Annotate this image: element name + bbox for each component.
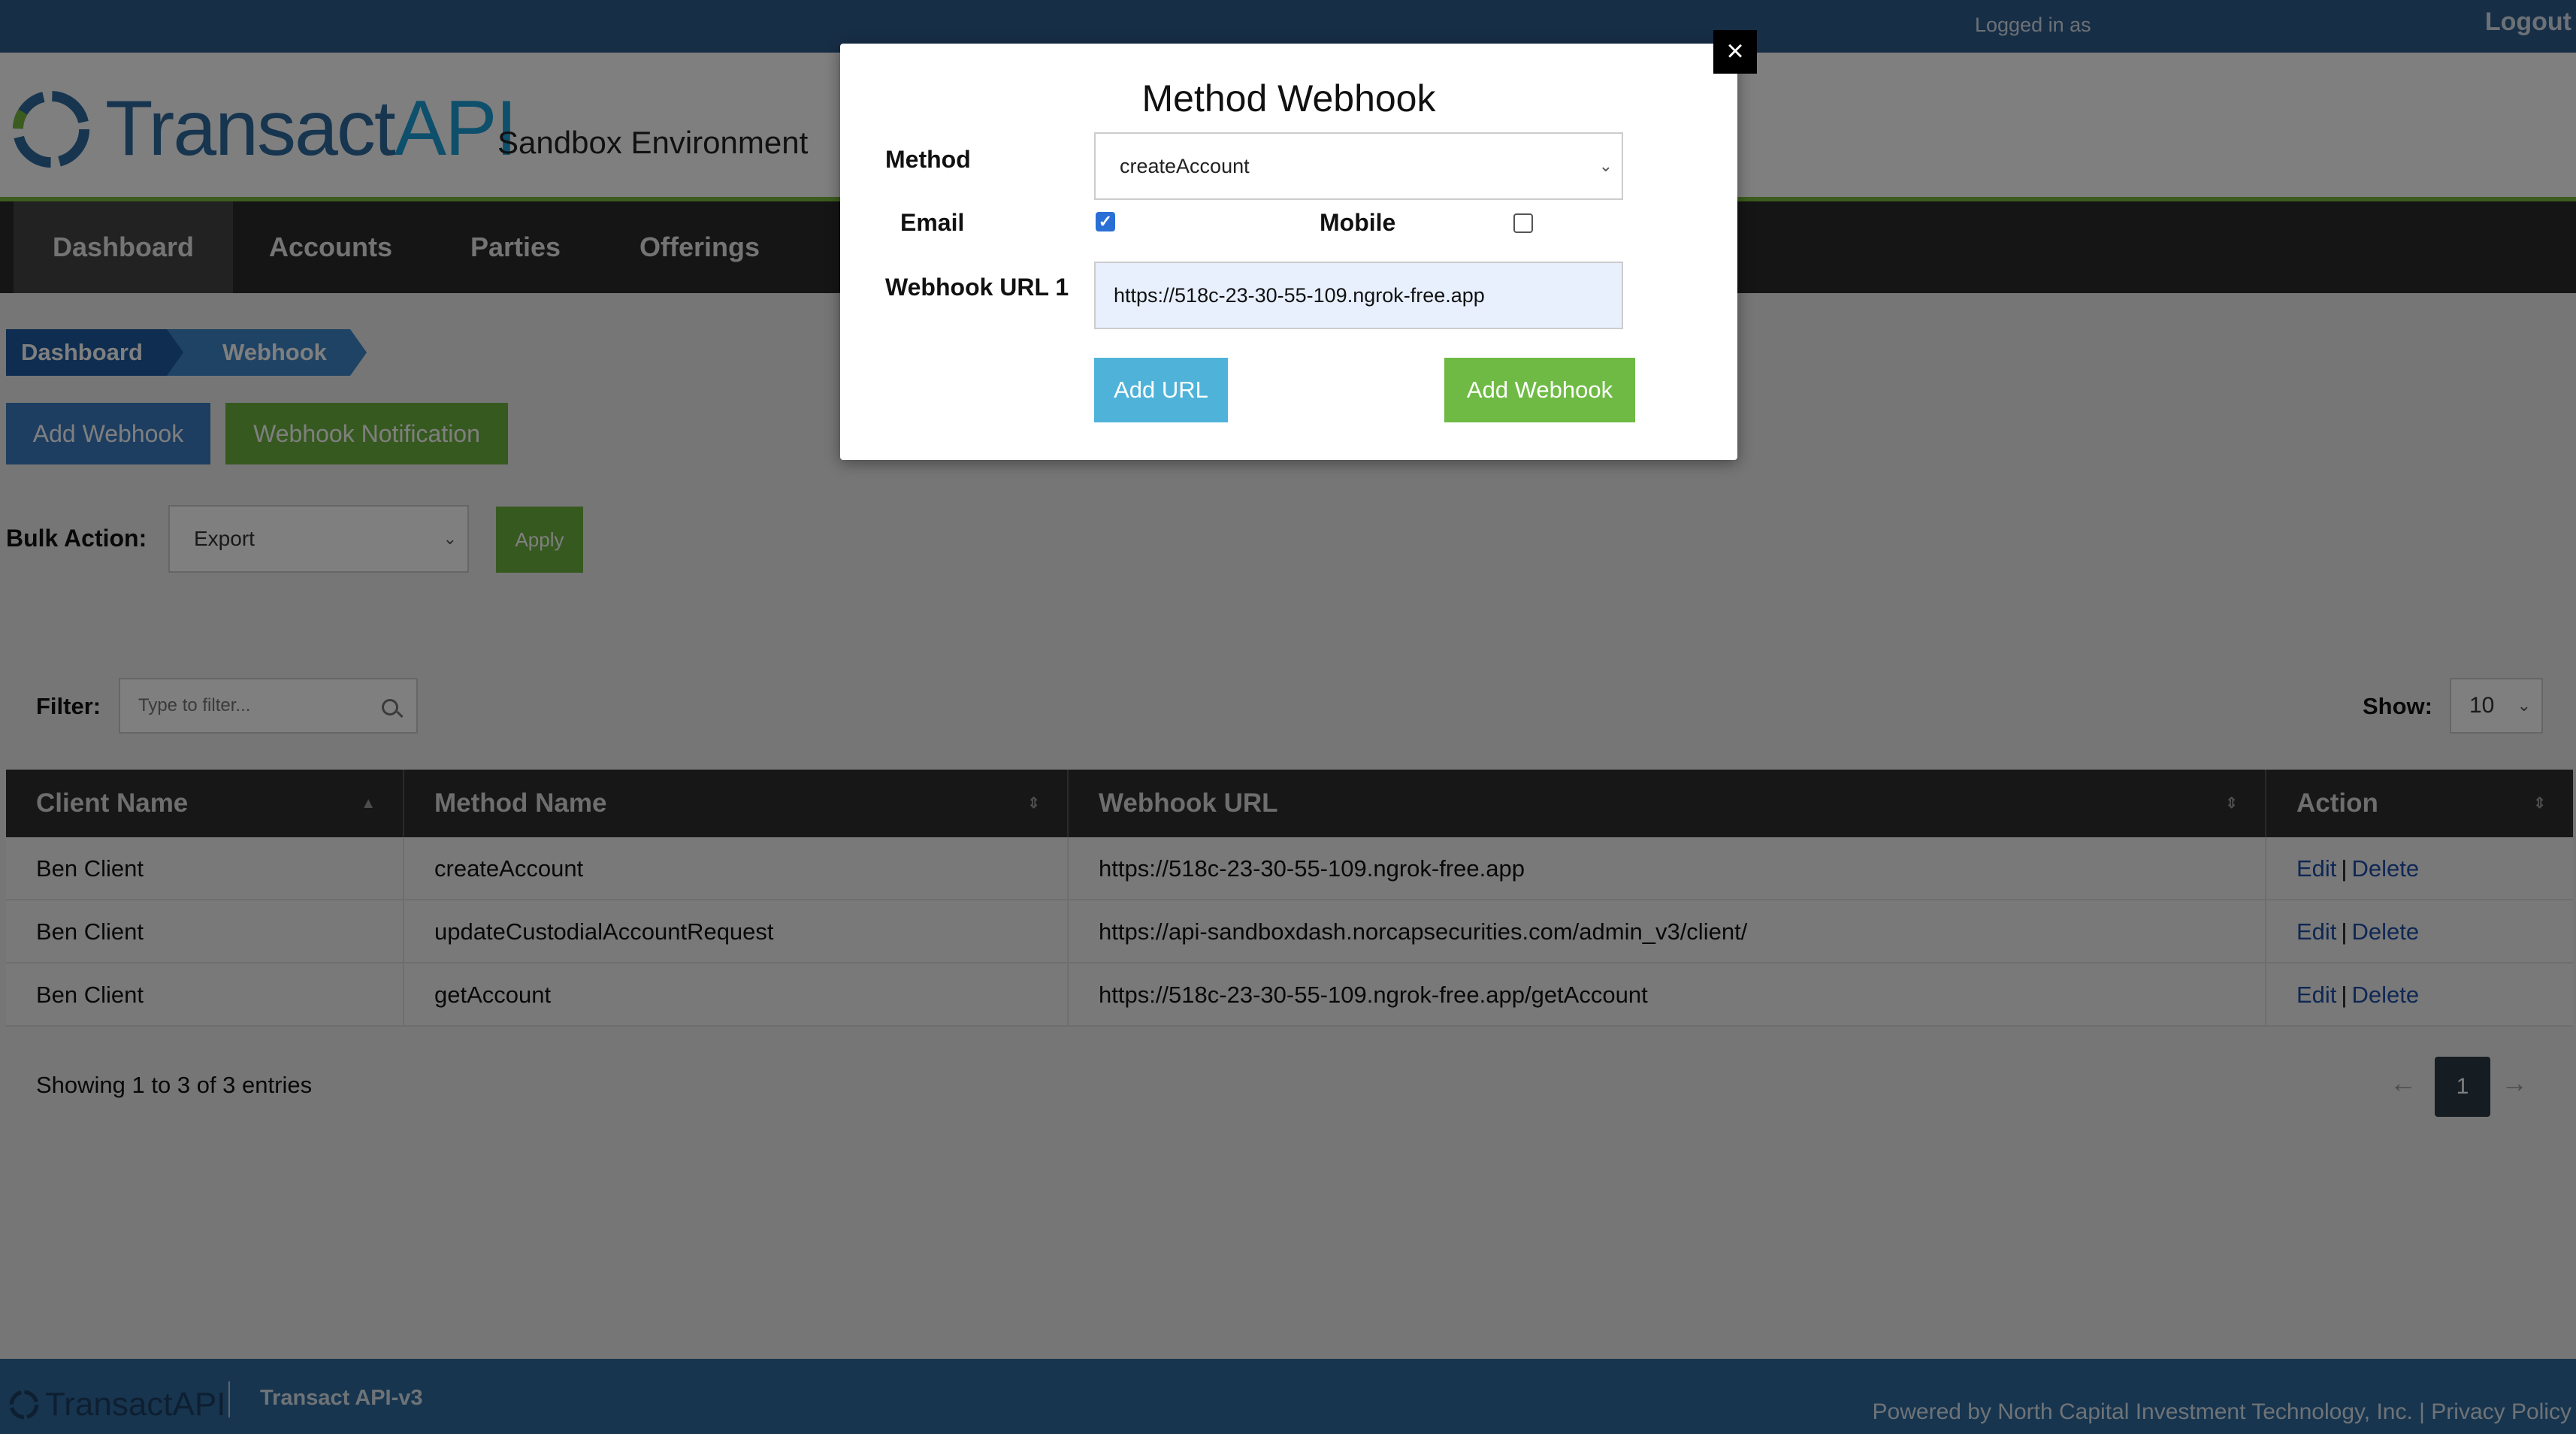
mobile-label: Mobile xyxy=(1320,209,1396,236)
method-label: Method xyxy=(885,146,971,173)
method-select-value: createAccount xyxy=(1120,155,1250,177)
webhook-url-input[interactable]: https://518c-23-30-55-109.ngrok-free.app xyxy=(1094,262,1623,329)
method-select[interactable]: createAccount ⌄ xyxy=(1094,132,1623,200)
close-icon[interactable]: × xyxy=(1713,30,1757,74)
method-webhook-modal: Method Webhook Method createAccount ⌄ Em… xyxy=(840,44,1737,460)
modal-title: Method Webhook xyxy=(1141,77,1436,120)
mobile-checkbox[interactable] xyxy=(1513,213,1533,233)
email-label: Email xyxy=(900,209,965,236)
email-checkbox[interactable]: ✓ xyxy=(1096,212,1115,231)
add-url-button[interactable]: Add URL xyxy=(1094,358,1228,422)
modal-add-webhook-button[interactable]: Add Webhook xyxy=(1444,358,1635,422)
chevron-down-icon: ⌄ xyxy=(1598,156,1613,175)
webhook-url-label: Webhook URL 1 xyxy=(885,274,1069,301)
